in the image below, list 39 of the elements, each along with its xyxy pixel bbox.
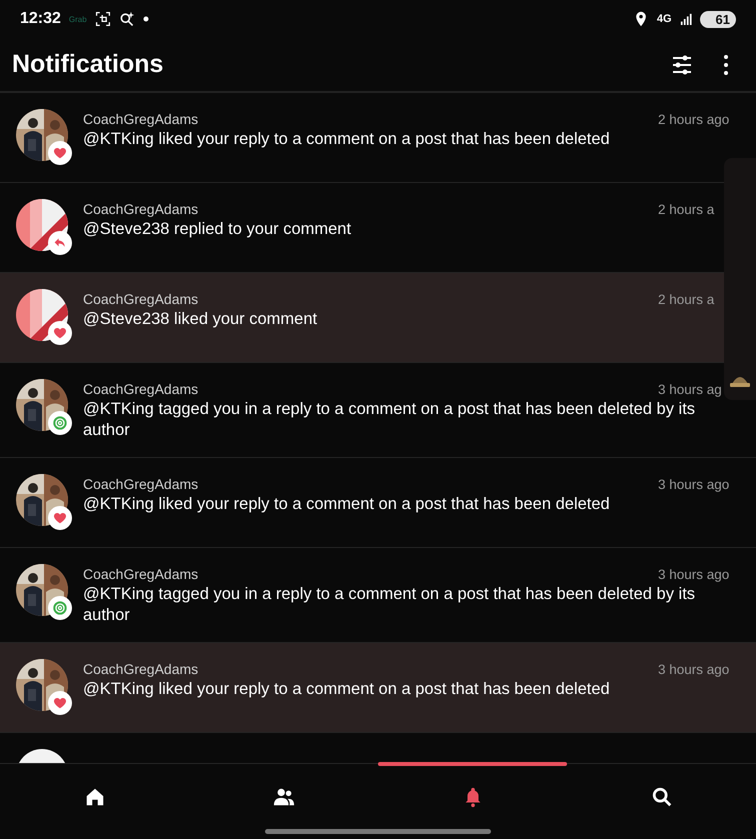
notification-message: @KTKing liked your reply to a comment on a post that has been deleted <box>83 129 611 150</box>
timestamp: 3 hours ago <box>658 662 730 677</box>
heart-icon <box>52 510 68 526</box>
username: CoachGregAdams <box>83 291 198 307</box>
username: CoachGregAdams <box>83 201 198 217</box>
screenshot-icon <box>94 11 111 27</box>
people-icon <box>272 786 294 808</box>
filter-sliders-icon[interactable] <box>670 52 694 76</box>
timestamp: 3 hours ago <box>658 567 730 582</box>
timestamp: 3 hours ago <box>658 477 730 492</box>
timestamp: 3 hours ag <box>658 382 723 397</box>
notification-message: @KTKing tagged you in a reply to a comment on a post that has been deleted by its author <box>83 584 696 626</box>
notification-message: @Steve238 replied to your comment <box>83 219 352 240</box>
heart-icon <box>52 695 68 711</box>
battery-indicator: 61 <box>700 10 736 28</box>
timestamp: 2 hours ago <box>658 112 730 127</box>
app-notification-label: Grab <box>68 14 87 24</box>
username: CoachGregAdams <box>83 381 198 397</box>
notification-item[interactable]: CoachGregAdams 3 hours ago @KTKing liked your reply to a comment on a post that has been deleted <box>0 458 756 548</box>
notification-message: @KTKing liked your reply to a comment on a post that has been deleted <box>83 679 611 700</box>
signal-icon <box>680 13 692 25</box>
page-title: Notifications <box>12 50 164 79</box>
username: CoachGregAdams <box>83 566 198 582</box>
dot-icon <box>142 16 149 22</box>
heart-icon <box>52 145 68 161</box>
username: CoachGregAdams <box>83 661 198 677</box>
network-type: 4G <box>656 13 672 25</box>
search-sparkle-icon <box>118 11 135 27</box>
notification-item[interactable]: CoachGregAdams 3 hours ago @KTKing liked your reply to a comment on a post that has been deleted <box>0 643 756 733</box>
clock-time: 12:32 <box>20 10 61 28</box>
notification-message: @KTKing liked your reply to a comment on a post that has been deleted <box>83 494 611 515</box>
heart-icon <box>52 325 68 341</box>
username: CoachGregAdams <box>83 476 198 492</box>
username: CoachGregAdams <box>83 111 198 127</box>
timestamp: 2 hours a <box>658 292 716 307</box>
search-icon <box>650 786 672 808</box>
notification-message: @KTKing tagged you in a reply to a comment on a post that has been deleted by its author <box>83 399 696 441</box>
timestamp: 2 hours a <box>658 202 716 217</box>
notification-message: @Steve238 liked your comment <box>83 309 318 330</box>
